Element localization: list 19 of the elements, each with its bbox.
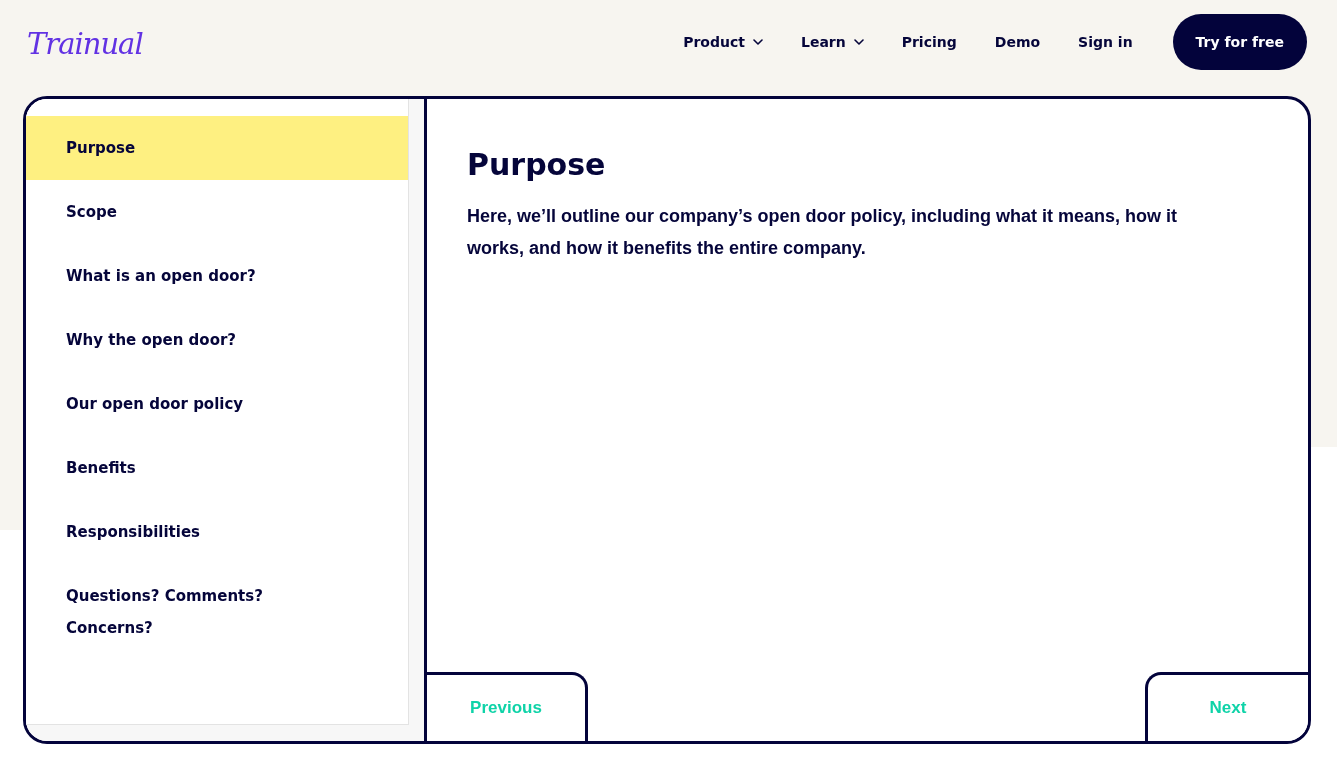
nav-link[interactable]: Sign in xyxy=(1078,34,1133,50)
sidebar-item[interactable]: Questions? Comments? Concerns? xyxy=(26,564,408,660)
section-title: Purpose xyxy=(467,146,607,184)
sidebar-item[interactable]: What is an open door? xyxy=(26,244,408,308)
chevron-down-icon xyxy=(853,39,864,45)
try-free-button[interactable]: Try for free xyxy=(1172,14,1307,70)
sidebar-item[interactable]: Responsibilities xyxy=(26,500,408,564)
nav-link[interactable]: Pricing xyxy=(901,34,957,50)
sidebar-item[interactable]: Our open door policy xyxy=(26,372,408,436)
sidebar-item[interactable]: Why the open door? xyxy=(26,308,408,372)
nav-menu[interactable]: Learn xyxy=(800,34,864,50)
sidebar-item[interactable]: Purpose xyxy=(26,116,408,180)
nav-link[interactable]: Demo xyxy=(994,34,1041,50)
nav-menu[interactable]: Product xyxy=(683,34,763,50)
chevron-down-icon xyxy=(752,39,763,45)
logo[interactable]: Trainual xyxy=(27,27,143,61)
sidebar-item[interactable]: Benefits xyxy=(26,436,408,500)
sidebar-item[interactable]: Scope xyxy=(26,180,408,244)
section-text: Here, we’ll outline our company’s open door policy, including what it means, how it works, and how it benefits the entire company. xyxy=(467,205,1179,260)
